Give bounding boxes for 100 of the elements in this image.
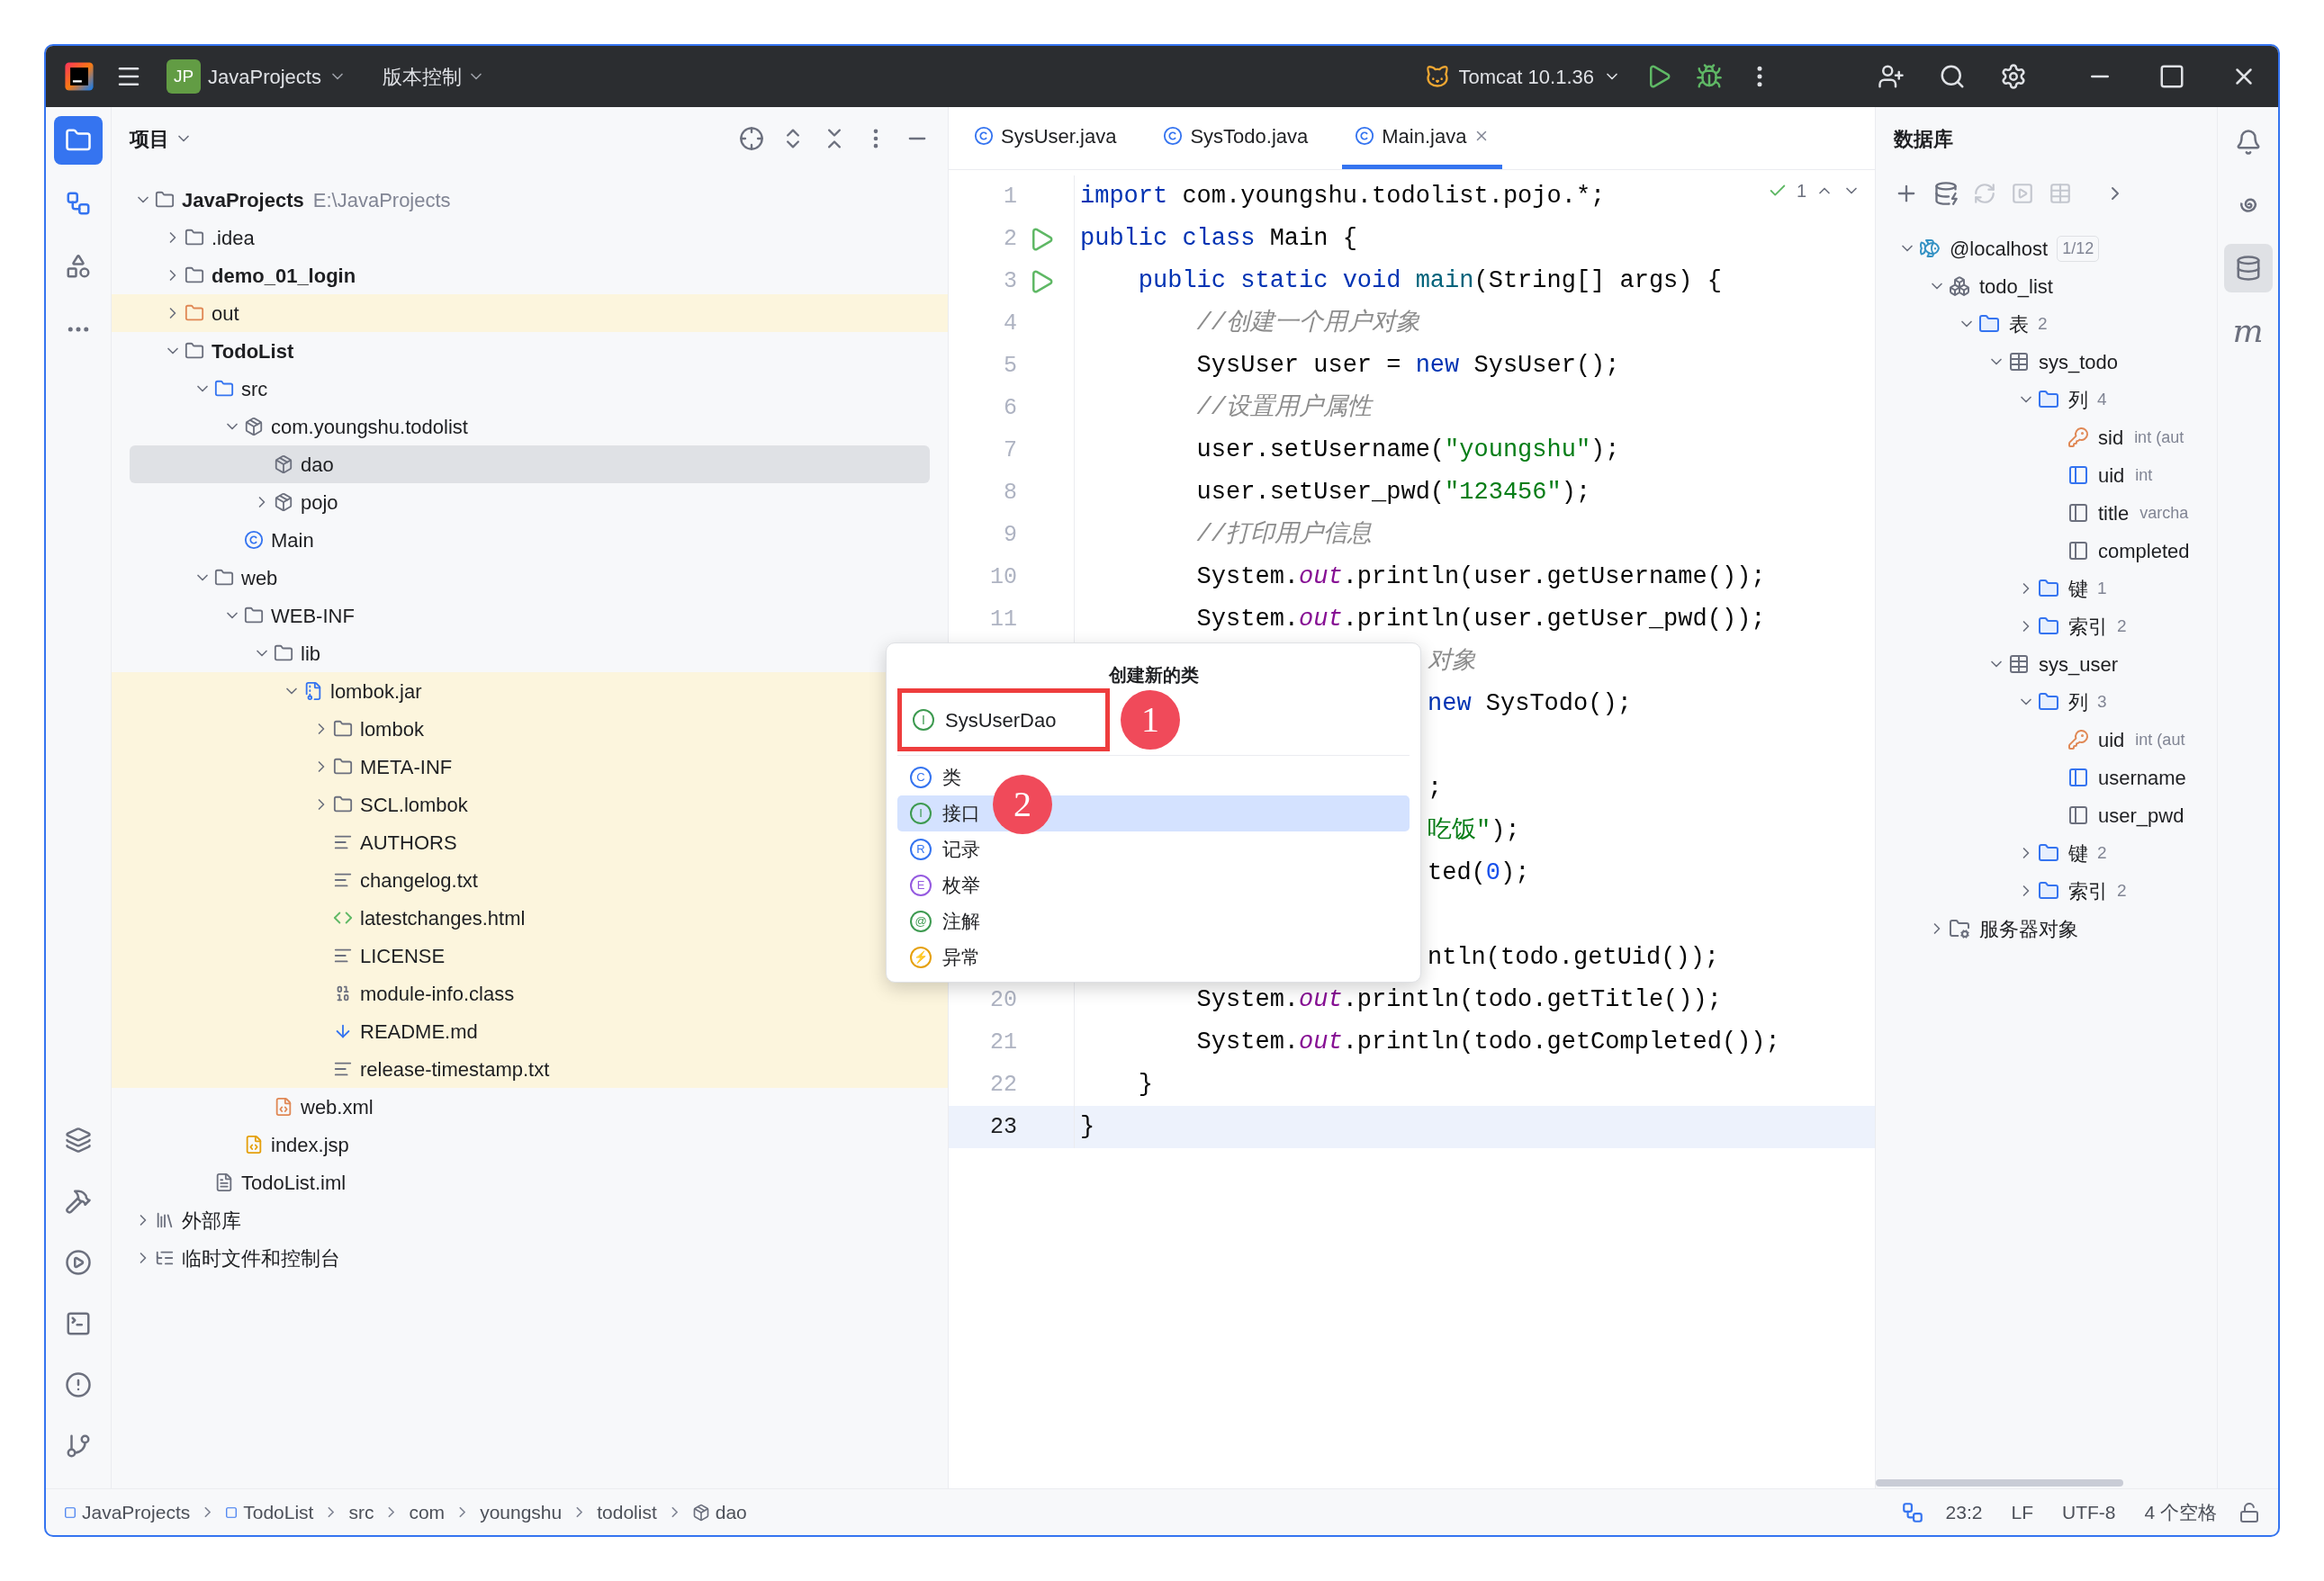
- breadcrumb[interactable]: JavaProjects: [64, 1497, 191, 1527]
- tree-item[interactable]: web: [112, 559, 285, 597]
- tree-item[interactable]: sys_user: [1876, 645, 2217, 683]
- project-selector[interactable]: JP JavaProjects: [167, 59, 347, 94]
- tree-item[interactable]: 键 1: [1876, 570, 2217, 607]
- breadcrumb[interactable]: youngshu: [480, 1497, 563, 1527]
- editor-tab[interactable]: SysUser.java: [961, 107, 1130, 169]
- count-text: 2: [2097, 841, 2107, 864]
- tree-item[interactable]: AUTHORS: [112, 823, 464, 861]
- tree-item[interactable]: demo_01_login: [112, 256, 364, 294]
- tree-item[interactable]: 服务器对象: [1876, 910, 2217, 948]
- tree-item[interactable]: 索引 2: [1876, 607, 2217, 645]
- database-icon[interactable]: [2223, 244, 2273, 292]
- menu-item[interactable]: ⚡ 异常: [897, 939, 1410, 975]
- count-text: 4: [2097, 388, 2107, 410]
- folder-icon: [185, 228, 204, 247]
- inspection-count[interactable]: 1: [1796, 177, 1806, 204]
- count-text: 2: [2038, 312, 2048, 335]
- tree-item[interactable]: 索引 2: [1876, 872, 2217, 910]
- package-icon: [274, 454, 293, 474]
- folder-icon: [2038, 615, 2059, 637]
- package-icon: [244, 417, 264, 436]
- tree-item[interactable]: .idea: [112, 219, 262, 256]
- tree-item[interactable]: 表 2: [1876, 305, 2217, 343]
- tree-item[interactable]: lib: [112, 634, 328, 672]
- tree-item[interactable]: src: [112, 370, 275, 408]
- tree-item[interactable]: lombok: [112, 710, 431, 748]
- tree-item[interactable]: title varcha: [1876, 494, 2217, 532]
- maven-button[interactable]: m: [2223, 307, 2273, 355]
- code-line: }: [1137, 1070, 1153, 1100]
- panel-title[interactable]: 项目: [130, 123, 193, 154]
- tree-item[interactable]: web.xml: [112, 1088, 381, 1126]
- tree-item[interactable]: latestchanges.html: [112, 899, 533, 937]
- indent-setting[interactable]: 4 个空格: [2144, 1497, 2217, 1527]
- code-line: ntln(todo.getUid());: [1428, 943, 1720, 974]
- caret-position[interactable]: 23:2: [1945, 1497, 1983, 1527]
- tree-item[interactable]: sid int (aut: [1876, 418, 2217, 456]
- tree-item[interactable]: JavaProjects E:\JavaProjects: [112, 181, 458, 219]
- breadcrumb[interactable]: TodoList: [225, 1497, 314, 1527]
- breadcrumb[interactable]: src: [348, 1497, 374, 1527]
- project-icon[interactable]: [54, 116, 103, 165]
- tree-item[interactable]: user_pwd: [1876, 796, 2217, 834]
- class-name-field[interactable]: I SysUserDao: [897, 688, 1110, 751]
- tree-item[interactable]: uid int: [1876, 456, 2217, 494]
- scrollbar[interactable]: [1876, 1479, 2123, 1487]
- folder-icon: [2038, 578, 2059, 599]
- tree-item[interactable]: 外部库: [112, 1201, 248, 1239]
- class-icon: [1163, 126, 1184, 146]
- tree-item[interactable]: META-INF: [112, 748, 460, 786]
- tree-item[interactable]: username: [1876, 759, 2217, 796]
- tree-item[interactable]: 列 3: [1876, 683, 2217, 721]
- tree-item[interactable]: LICENSE: [112, 937, 453, 975]
- tree-item[interactable]: 列 4: [1876, 381, 2217, 418]
- tree-item[interactable]: 键 2: [1876, 834, 2217, 872]
- breadcrumb[interactable]: todolist: [597, 1497, 657, 1527]
- tree-item[interactable]: changelog.txt: [112, 861, 485, 899]
- tree-item[interactable]: @localhost 1/12: [1876, 229, 2217, 267]
- tree-item[interactable]: completed: [1876, 532, 2217, 570]
- class-icon: [974, 126, 994, 146]
- locate-icon[interactable]: [739, 126, 764, 151]
- tree-item[interactable]: index.jsp: [112, 1126, 356, 1163]
- tree-item[interactable]: pojo: [112, 483, 346, 521]
- breadcrumb[interactable]: dao: [691, 1497, 747, 1527]
- count-badge: 1/12: [2057, 235, 2100, 262]
- tree-item[interactable]: SCL.lombok: [112, 786, 475, 823]
- tree-item[interactable]: sys_todo: [1876, 343, 2217, 381]
- tree-item[interactable]: dao: [130, 445, 930, 483]
- menu-item[interactable]: @ 注解: [897, 903, 1410, 939]
- editor-tab[interactable]: Main.java: [1342, 107, 1503, 169]
- code-line: //打印用户信息: [1195, 519, 1373, 551]
- type-icon: E: [910, 875, 932, 896]
- structure-icon[interactable]: [1900, 1500, 1924, 1524]
- chevron-right-icon: [328, 1506, 335, 1518]
- vcs-menu[interactable]: 版本控制: [382, 61, 485, 92]
- menu-item[interactable]: E 枚举: [897, 867, 1410, 903]
- file-encoding[interactable]: UTF-8: [2062, 1497, 2116, 1527]
- schema-icon: [1949, 275, 1970, 297]
- panel-title: 数据库: [1894, 126, 1953, 152]
- tree-item[interactable]: TodoList.iml: [112, 1163, 354, 1201]
- line-separator[interactable]: LF: [2011, 1497, 2033, 1527]
- tree-item[interactable]: out: [112, 294, 247, 332]
- folder-icon: [2038, 880, 2059, 902]
- app-logo-icon[interactable]: [64, 61, 95, 92]
- tree-item[interactable]: Main: [112, 521, 321, 559]
- tree-item[interactable]: todo_list: [1876, 267, 2217, 305]
- tree-item[interactable]: uid int (aut: [1876, 721, 2217, 759]
- tree-item[interactable]: WEB-INF: [112, 597, 362, 634]
- xml-file-icon: [274, 1097, 293, 1117]
- menu-item[interactable]: R 记录: [897, 831, 1410, 867]
- tree-item[interactable]: TodoList: [112, 332, 302, 370]
- folder-icon: [333, 795, 353, 814]
- breadcrumb[interactable]: com: [409, 1497, 446, 1527]
- data-source-icon[interactable]: [1933, 181, 1959, 206]
- editor-tab[interactable]: SysTodo.java: [1150, 107, 1321, 169]
- type-icon: R: [910, 839, 932, 860]
- lock-open-icon[interactable]: [2238, 1501, 2260, 1523]
- run-configuration[interactable]: Tomcat 10.1.36: [1424, 61, 1621, 92]
- tree-item[interactable]: com.youngshu.todolist: [112, 408, 475, 445]
- tree-item[interactable]: 临时文件和控制台: [112, 1239, 347, 1277]
- code-line: user.setUser_pwd("123456");: [1195, 478, 1591, 508]
